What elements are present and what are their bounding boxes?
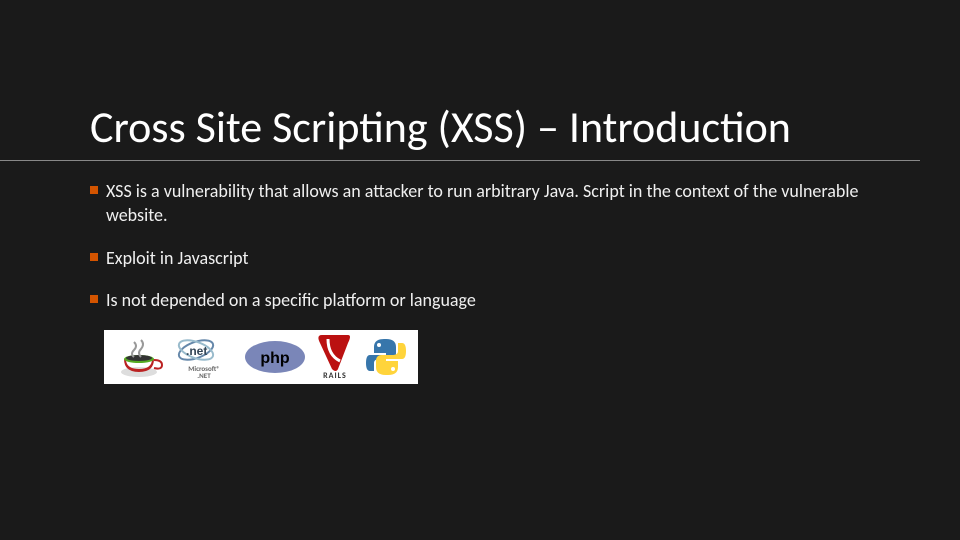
bullet-icon bbox=[90, 186, 98, 194]
bullet-item: Is not depended on a specific platform o… bbox=[90, 288, 900, 312]
bullet-text: XSS is a vulnerability that allows an at… bbox=[106, 179, 900, 228]
logo-strip: .net Microsoft®.NET php RAILS bbox=[104, 330, 418, 384]
rails-label: RAILS bbox=[323, 371, 347, 381]
php-logo-icon: php bbox=[238, 332, 312, 382]
dotnet-logo-icon: .net Microsoft®.NET bbox=[170, 332, 238, 382]
slide: Cross Site Scripting (XSS) – Introductio… bbox=[0, 0, 960, 540]
slide-content: XSS is a vulnerability that allows an at… bbox=[0, 179, 960, 384]
python-logo-icon bbox=[358, 332, 414, 382]
bullet-text: Exploit in Javascript bbox=[106, 246, 900, 270]
bullet-item: Exploit in Javascript bbox=[90, 246, 900, 270]
svg-text:.net: .net bbox=[186, 344, 207, 358]
bullet-text: Is not depended on a specific platform o… bbox=[106, 288, 900, 312]
java-logo-icon bbox=[108, 332, 170, 382]
slide-title: Cross Site Scripting (XSS) – Introductio… bbox=[0, 0, 920, 161]
bullet-icon bbox=[90, 295, 98, 303]
svg-text:php: php bbox=[260, 350, 290, 367]
dotnet-sublabel: Microsoft®.NET bbox=[188, 365, 220, 379]
bullet-icon bbox=[90, 253, 98, 261]
bullet-item: XSS is a vulnerability that allows an at… bbox=[90, 179, 900, 228]
rails-logo-icon: RAILS bbox=[312, 332, 358, 382]
